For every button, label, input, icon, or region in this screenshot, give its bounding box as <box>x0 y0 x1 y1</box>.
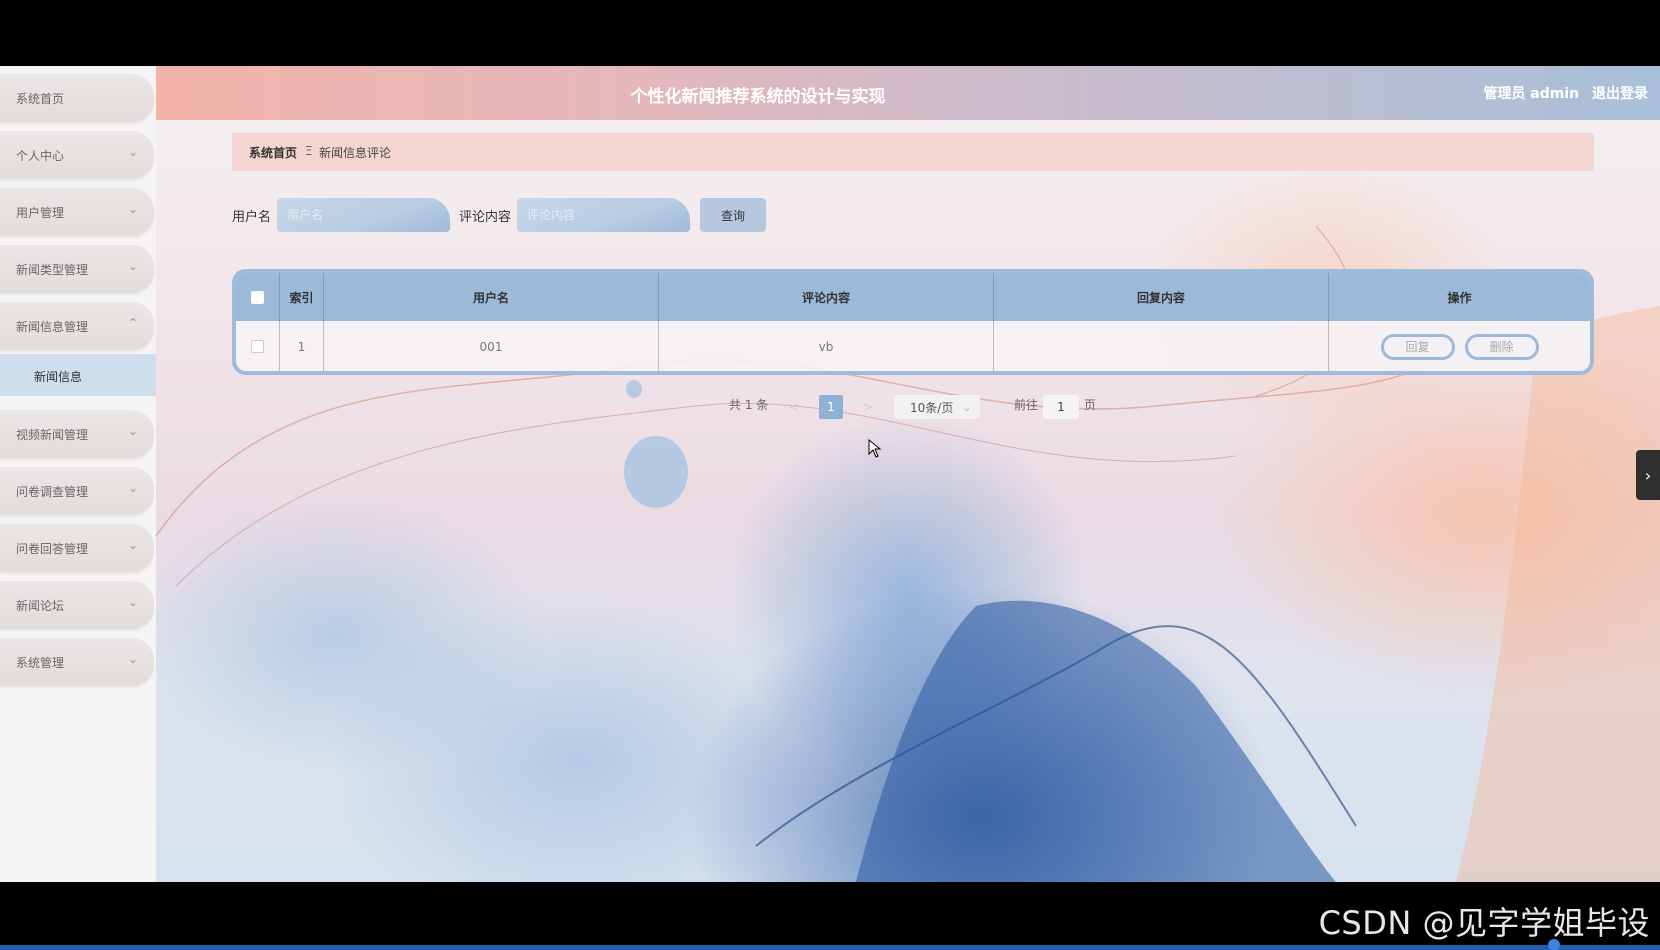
chevron-down-icon: ⌄ <box>127 259 138 273</box>
username-search-label: 用户名 <box>232 210 272 225</box>
sidebar-item-label: 新闻类型管理 <box>16 263 89 277</box>
breadcrumb-current: 新闻信息评论 <box>319 146 392 160</box>
chevron-up-icon: ⌃ <box>127 316 138 330</box>
sidebar-item-system-management[interactable]: 系统管理 ⌄ <box>0 638 154 686</box>
pagination-next-button[interactable]: > <box>856 395 880 419</box>
sidebar-subitem-label: 新闻信息 <box>34 370 83 384</box>
pagination-goto-label: 前往 <box>1014 398 1039 412</box>
sidebar-item-survey-management[interactable]: 问卷调查管理 ⌄ <box>0 467 154 515</box>
sidebar-item-label: 视频新闻管理 <box>16 428 89 442</box>
row-username: 001 <box>324 321 659 371</box>
row-reply <box>994 321 1329 371</box>
select-all-checkbox[interactable] <box>251 290 264 304</box>
breadcrumb-separator-icon: Ξ <box>305 144 313 158</box>
breadcrumb-home[interactable]: 系统首页 <box>249 144 297 161</box>
top-header: 个性化新闻推荐系统的设计与实现 管理员 admin 退出登录 <box>156 66 1660 120</box>
mouse-cursor-icon <box>868 439 882 458</box>
sidebar-item-label: 问卷回答管理 <box>16 542 89 556</box>
row-ops: 回复 删除 <box>1329 321 1590 371</box>
chevron-down-icon: ⌄ <box>127 652 138 666</box>
sidebar-item-label: 系统首页 <box>16 92 65 106</box>
reply-button[interactable]: 回复 <box>1380 333 1455 360</box>
comments-table: 索引 用户名 评论内容 回复内容 操作 1 001 vb 回复 删除 <box>232 269 1594 375</box>
sidebar-item-label: 个人中心 <box>16 149 65 163</box>
pagination-goto-input[interactable]: 1 <box>1043 395 1079 419</box>
background-artwork <box>156 66 1660 882</box>
sidebar-item-video-news-management[interactable]: 视频新闻管理 ⌄ <box>0 410 154 458</box>
breadcrumb: 系统首页 Ξ 新闻信息评论 <box>232 133 1594 171</box>
page-title: 个性化新闻推荐系统的设计与实现 <box>630 87 886 107</box>
video-progress-handle[interactable] <box>1548 939 1560 950</box>
chevron-down-icon: ⌄ <box>127 145 138 159</box>
page-size-select[interactable]: 10条/页 ⌄ <box>894 395 980 419</box>
ink-swirl-art <box>156 225 1660 882</box>
sidebar-item-news-info-management[interactable]: 新闻信息管理 ⌃ <box>0 302 154 350</box>
sidebar-item-user-management[interactable]: 用户管理 ⌄ <box>0 188 154 236</box>
sidebar-item-survey-answer-management[interactable]: 问卷回答管理 ⌄ <box>0 524 154 572</box>
comment-search-label: 评论内容 <box>459 210 512 225</box>
sidebar-item-label: 问卷调查管理 <box>16 485 89 499</box>
sidebar-item-label: 系统管理 <box>16 656 65 670</box>
admin-username: 管理员 admin <box>1483 86 1580 102</box>
app-window: 系统首页 个人中心 ⌄ 用户管理 ⌄ 新闻类型管理 ⌄ 新闻信息管理 ⌃ 新闻信… <box>0 66 1660 882</box>
header-username: 用户名 <box>324 273 659 321</box>
pagination-page-unit: 页 <box>1084 398 1097 412</box>
header-ops: 操作 <box>1447 290 1472 305</box>
logout-link[interactable]: 退出登录 <box>1592 86 1648 102</box>
header-select-all-cell <box>236 273 280 321</box>
pagination-current-page[interactable]: 1 <box>819 395 843 419</box>
table-header: 索引 用户名 评论内容 回复内容 操作 <box>236 273 1590 321</box>
chevron-down-icon: ⌄ <box>127 202 138 216</box>
chevron-down-icon: ⌄ <box>127 424 138 438</box>
sidebar-item-label: 新闻信息管理 <box>16 320 89 334</box>
row-comment: vb <box>659 321 994 371</box>
comment-search-input[interactable] <box>517 198 690 232</box>
header-reply: 回复内容 <box>994 273 1329 321</box>
pagination-total: 共 1 条 <box>729 398 769 412</box>
row-checkbox[interactable] <box>251 340 264 353</box>
sidebar-item-news-type-management[interactable]: 新闻类型管理 ⌄ <box>0 245 154 293</box>
query-button[interactable]: 查询 <box>700 198 766 232</box>
sidebar-item-news-forum[interactable]: 新闻论坛 ⌄ <box>0 581 154 629</box>
row-select-cell <box>236 321 280 371</box>
video-progress-bar[interactable] <box>0 945 1660 950</box>
header-comment: 评论内容 <box>659 273 994 321</box>
sidebar-subitem-news-info[interactable]: 新闻信息 <box>0 354 156 396</box>
sidebar-item-label: 用户管理 <box>16 206 65 220</box>
top-letterbox <box>0 0 1660 66</box>
chevron-right-icon[interactable]: › <box>1636 450 1660 500</box>
chevron-down-icon: ⌄ <box>127 538 138 552</box>
watermark-text: CSDN @见字学姐毕设 <box>1318 904 1650 942</box>
row-index: 1 <box>280 321 324 371</box>
user-info: 管理员 admin 退出登录 <box>1483 83 1648 103</box>
table-row: 1 001 vb 回复 删除 <box>236 321 1590 371</box>
sidebar-item-label: 新闻论坛 <box>16 599 65 613</box>
username-search-input[interactable] <box>277 198 450 232</box>
sidebar: 系统首页 个人中心 ⌄ 用户管理 ⌄ 新闻类型管理 ⌄ 新闻信息管理 ⌃ 新闻信… <box>0 66 156 882</box>
page-size-value: 10条/页 <box>910 400 954 415</box>
screen: 系统首页 个人中心 ⌄ 用户管理 ⌄ 新闻类型管理 ⌄ 新闻信息管理 ⌃ 新闻信… <box>0 0 1660 950</box>
chevron-down-icon: ⌄ <box>127 595 138 609</box>
chevron-down-icon: ⌄ <box>961 400 972 414</box>
delete-button[interactable]: 删除 <box>1464 333 1539 360</box>
pagination-prev-button[interactable]: < <box>782 395 806 419</box>
chevron-down-icon: ⌄ <box>127 481 138 495</box>
sidebar-item-home[interactable]: 系统首页 <box>0 74 154 122</box>
sidebar-item-personal-center[interactable]: 个人中心 ⌄ <box>0 131 154 179</box>
header-index: 索引 <box>280 273 324 321</box>
